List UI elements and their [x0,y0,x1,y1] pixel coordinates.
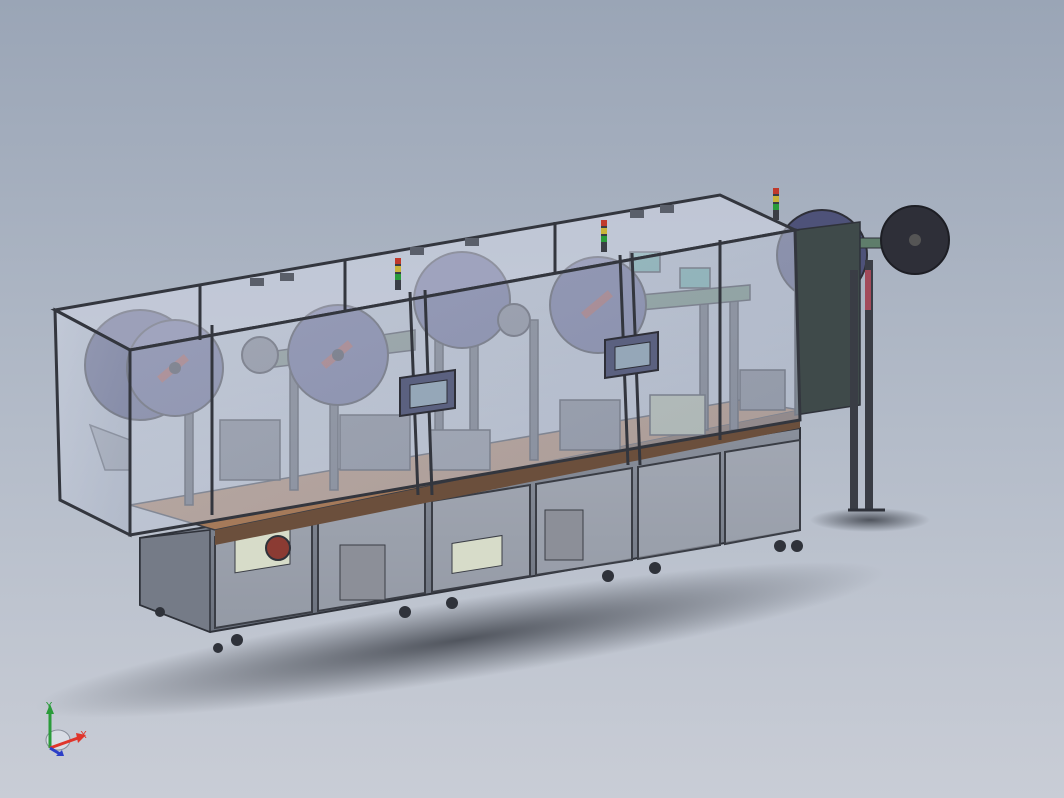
right-side-panel [794,221,885,512]
cad-viewport[interactable]: Y X [0,0,1064,798]
machine-assembly-model[interactable] [0,0,1064,798]
signal-tower-2 [601,220,607,252]
hmi-screen-2[interactable] [604,330,659,380]
triad-x-label: X [80,730,87,741]
signal-tower-3 [773,188,779,220]
hmi-screen-1[interactable] [399,368,456,418]
coordinate-triad-icon [45,704,86,756]
triad-y-label: Y [46,701,53,712]
signal-tower-1 [395,258,401,290]
